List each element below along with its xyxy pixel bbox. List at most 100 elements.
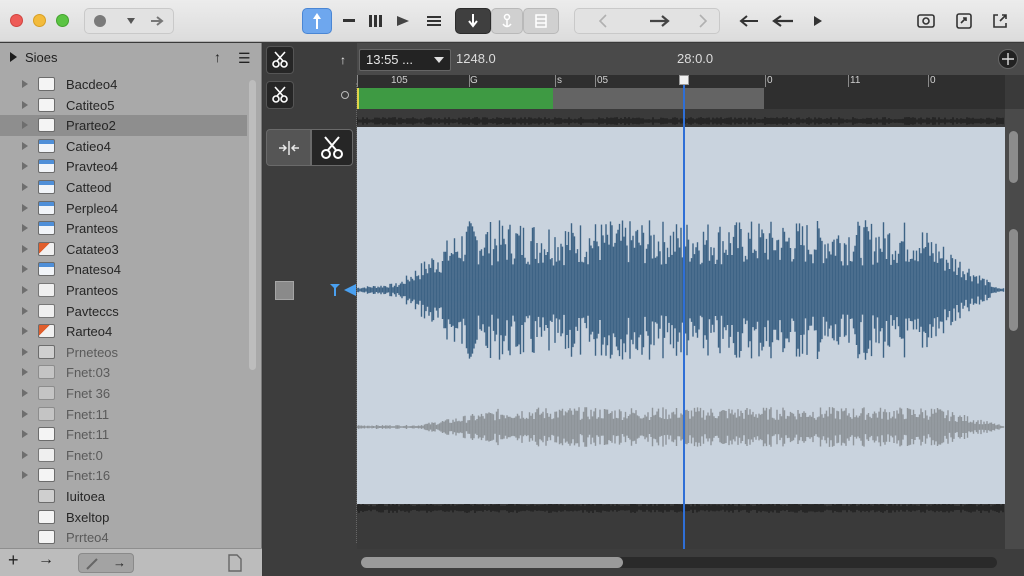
- sidebar-scrollbar-thumb[interactable]: [249, 80, 256, 370]
- zoom-window-button[interactable]: [56, 14, 69, 27]
- close-window-button[interactable]: [10, 14, 23, 27]
- disclosure-triangle-icon[interactable]: [22, 162, 28, 171]
- nudge-left-button[interactable]: [734, 8, 764, 34]
- disclosure-triangle-icon[interactable]: [22, 141, 28, 150]
- step-forward-button[interactable]: [642, 8, 678, 34]
- sidebar-item[interactable]: Fnet:0: [0, 445, 247, 466]
- sidebar-item[interactable]: Rarteo4: [0, 321, 247, 342]
- loop-button[interactable]: [950, 8, 978, 34]
- forward-nav-button[interactable]: [690, 8, 716, 34]
- record-button[interactable]: [88, 8, 112, 34]
- playhead-handle[interactable]: [679, 75, 689, 85]
- export-button[interactable]: [986, 8, 1014, 34]
- forward-button[interactable]: [146, 8, 170, 34]
- sidebar-item[interactable]: Fnet:11: [0, 404, 247, 425]
- back-nav-button[interactable]: [590, 8, 616, 34]
- sidebar-item-label: Fnet:11: [66, 406, 110, 422]
- folder-icon: [38, 118, 55, 133]
- track-select-checkbox[interactable]: [275, 281, 294, 300]
- export-icon: [993, 14, 1007, 28]
- play-selection-button[interactable]: [808, 8, 828, 34]
- selection-range[interactable]: [357, 88, 553, 109]
- add-button[interactable]: +: [8, 550, 19, 571]
- jump-left-button[interactable]: [768, 8, 798, 34]
- disclosure-triangle-icon[interactable]: [22, 203, 28, 212]
- sidebar-item[interactable]: Pavteccs: [0, 301, 247, 322]
- horizontal-scrollbar-thumb[interactable]: [361, 557, 623, 568]
- playhead-line[interactable]: [683, 75, 685, 570]
- sidebar-item[interactable]: Bxeltop: [0, 507, 247, 528]
- minimize-window-button[interactable]: [33, 14, 46, 27]
- sidebar-item[interactable]: Bacdeo4: [0, 74, 247, 95]
- disclosure-triangle-icon[interactable]: [22, 389, 28, 397]
- disclosure-triangle-icon[interactable]: [22, 306, 28, 315]
- disclosure-triangle-icon[interactable]: [22, 286, 28, 294]
- sidebar-item[interactable]: Prrteo4: [0, 527, 247, 548]
- record-options-button[interactable]: [120, 8, 142, 34]
- anchor-button[interactable]: [491, 8, 523, 34]
- pointer-tool-button[interactable]: [302, 8, 332, 34]
- document-icon[interactable]: [226, 554, 244, 572]
- sidebar-item[interactable]: Iuitoea: [0, 486, 247, 507]
- disclosure-triangle-icon[interactable]: [22, 244, 28, 253]
- disclosure-triangle-icon[interactable]: [22, 450, 28, 459]
- sidebar-item[interactable]: Pnateso4: [0, 259, 247, 280]
- disclosure-triangle-icon[interactable]: [22, 409, 28, 418]
- disclosure-triangle-icon[interactable]: [22, 224, 28, 233]
- vertical-scrollbar-thumb[interactable]: [1009, 229, 1018, 331]
- sidebar-header: Sioes ↑ ☰: [0, 43, 262, 73]
- sidebar-item[interactable]: Pranteos: [0, 280, 247, 301]
- disclosure-triangle-icon[interactable]: [22, 347, 28, 356]
- grid-button[interactable]: [523, 8, 559, 34]
- play-button[interactable]: [392, 8, 414, 34]
- list-icon[interactable]: ☰: [238, 50, 251, 67]
- disclosure-triangle-icon[interactable]: [22, 80, 28, 88]
- vertical-scrollbar[interactable]: [1005, 109, 1024, 549]
- disclosure-triangle-icon[interactable]: [22, 430, 28, 439]
- disclosure-triangle-icon[interactable]: [22, 327, 28, 336]
- disclosure-triangle-icon[interactable]: [22, 183, 28, 191]
- sidebar-item[interactable]: Fnet 36: [0, 383, 247, 404]
- disclosure-triangle-icon[interactable]: [22, 265, 28, 274]
- sidebar-item[interactable]: Catteod: [0, 177, 247, 198]
- sidebar-item[interactable]: Pravteo4: [0, 156, 247, 177]
- blade-tool-button[interactable]: [311, 129, 353, 166]
- sidebar-item[interactable]: Catieo4: [0, 136, 247, 157]
- sort-icon[interactable]: ↑: [214, 49, 221, 65]
- trim-tool-button[interactable]: [338, 8, 360, 34]
- snapshot-button[interactable]: [912, 8, 940, 34]
- sidebar-item[interactable]: Perpleo4: [0, 198, 247, 219]
- sidebar-item[interactable]: Catiteo5: [0, 95, 247, 116]
- sidebar-item[interactable]: Pranteos: [0, 218, 247, 239]
- disclosure-triangle-icon[interactable]: [22, 100, 28, 109]
- crosshair-button[interactable]: [998, 49, 1018, 69]
- cut-tool-button[interactable]: [266, 46, 294, 74]
- horizontal-scrollbar[interactable]: [357, 549, 1024, 576]
- list-view-button[interactable]: [422, 8, 446, 34]
- timecode-dropdown[interactable]: 13:55 ...: [359, 49, 451, 71]
- sidebar-item-label: Prrteo4: [66, 530, 109, 546]
- sidebar-item[interactable]: Prarteo2: [0, 115, 247, 137]
- bottom-noise-strip: [357, 504, 1004, 513]
- go-button[interactable]: →: [38, 551, 54, 569]
- split-view-button[interactable]: [364, 8, 388, 34]
- sidebar-item[interactable]: Catateo3: [0, 239, 247, 260]
- disclosure-triangle-icon[interactable]: [22, 368, 28, 377]
- split-tool-button[interactable]: [266, 81, 294, 109]
- disclosure-triangle-icon[interactable]: [10, 52, 17, 62]
- sidebar-item[interactable]: Fnet:16: [0, 465, 247, 486]
- ripple-tool-button[interactable]: [266, 129, 311, 166]
- edit-segment[interactable]: →: [78, 553, 134, 573]
- disclosure-triangle-icon[interactable]: [22, 471, 28, 480]
- import-button[interactable]: [455, 8, 491, 34]
- in-marker-icon[interactable]: [329, 283, 341, 297]
- vertical-scrollbar-thumb[interactable]: [1009, 131, 1018, 183]
- disclosure-triangle-icon[interactable]: [22, 121, 28, 130]
- waveform-track[interactable]: [357, 109, 1005, 549]
- sidebar-item[interactable]: Prneteos: [0, 342, 247, 363]
- sidebar-item[interactable]: Fnet:03: [0, 362, 247, 383]
- sidebar-scrollbar[interactable]: [248, 74, 257, 550]
- document-icon: [38, 344, 55, 359]
- tick-label: 105: [391, 75, 408, 86]
- sidebar-item[interactable]: Fnet:11: [0, 424, 247, 445]
